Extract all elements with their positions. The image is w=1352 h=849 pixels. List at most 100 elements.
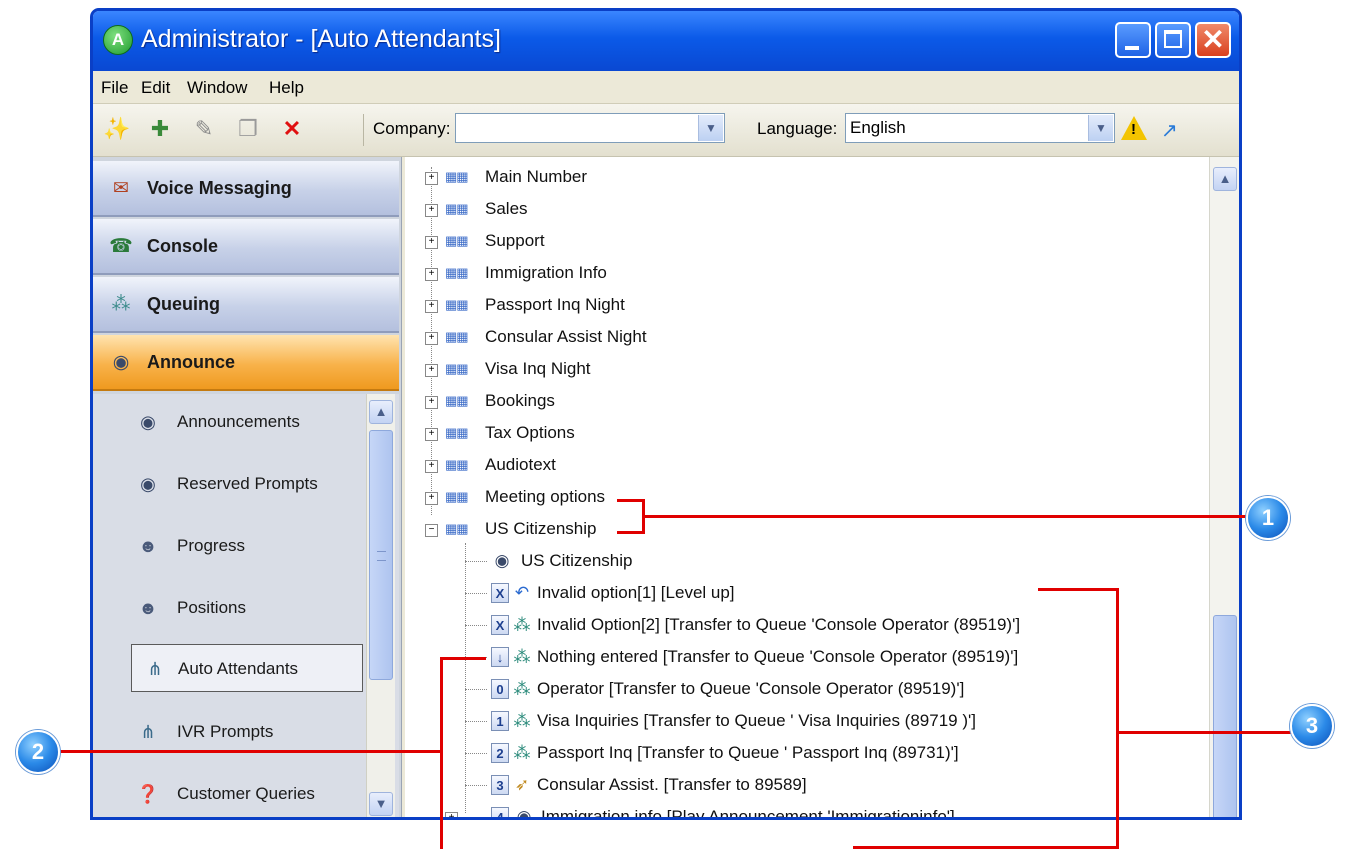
progress-icon: ☻ <box>138 536 158 556</box>
tree-child-label: Nothing entered [Transfer to Queue 'Cons… <box>537 647 1019 666</box>
callout-2: 2 <box>16 730 60 774</box>
nav-queuing[interactable]: ⁂ Queuing <box>93 277 399 333</box>
nav-label: Announce <box>147 352 235 372</box>
scroll-up-icon[interactable]: ▲ <box>1213 167 1237 191</box>
new-item-icon[interactable]: ✚ <box>147 116 173 142</box>
callout-1-line <box>644 515 1248 518</box>
tree-child-label: Immigration info [Play Announcement 'Imm… <box>541 807 955 820</box>
language-value: English <box>850 118 906 137</box>
subitem-label: Announcements <box>177 412 300 431</box>
menu-window[interactable]: Window <box>187 78 247 98</box>
expand-icon[interactable]: + <box>425 492 438 505</box>
expand-icon[interactable]: + <box>445 812 458 817</box>
tree-child-label: Operator [Transfer to Queue 'Console Ope… <box>537 679 965 698</box>
tree-node-label: Passport Inq Night <box>485 295 625 314</box>
sublist-scrollbar[interactable]: ▲ ▼ <box>366 394 395 817</box>
auto-attendant-node-icon: ▦▦ <box>445 521 469 536</box>
menu-help[interactable]: Help <box>269 78 304 98</box>
announce-sublist: ◉ Announcements ◉ Reserved Prompts ☻ Pro… <box>93 394 399 817</box>
subitem-announcements[interactable]: ◉ Announcements <box>125 398 365 446</box>
key-1-icon: 1 <box>491 711 509 731</box>
nav-announce[interactable]: ◉ Announce <box>93 335 399 391</box>
subitem-reserved-prompts[interactable]: ◉ Reserved Prompts <box>125 460 365 508</box>
copy-icon[interactable]: ❐ <box>235 116 261 142</box>
company-select[interactable]: ▼ <box>455 113 725 143</box>
tree-child-label: Visa Inquiries [Transfer to Queue ' Visa… <box>537 711 976 730</box>
auto-attendant-node-icon: ▦▦ <box>445 233 469 248</box>
tree-node-label: Support <box>485 231 545 250</box>
expand-icon[interactable]: + <box>425 172 438 185</box>
announcement-icon: ◉ <box>516 807 532 820</box>
expand-icon[interactable]: + <box>425 204 438 217</box>
transfer-icon: ➶ <box>514 775 530 794</box>
subitem-customer-queries[interactable]: ❓ Customer Queries <box>125 770 365 817</box>
customer-queries-icon: ❓ <box>136 784 160 804</box>
minimize-icon <box>1125 46 1139 50</box>
callout-1-bracket-bottom <box>617 531 644 534</box>
menu-edit[interactable]: Edit <box>141 78 170 98</box>
queue-icon: ⁂ <box>513 711 531 730</box>
announce-icon: ◉ <box>112 352 130 373</box>
tree-node-label: Main Number <box>485 167 588 186</box>
subitem-label: Customer Queries <box>177 784 315 803</box>
subitem-progress[interactable]: ☻ Progress <box>125 522 365 570</box>
tree-node-label: Tax Options <box>485 423 575 442</box>
expand-icon[interactable]: + <box>425 236 438 249</box>
ivr-prompt-icon: ⋔ <box>140 722 156 742</box>
company-label: Company: <box>373 119 451 138</box>
expand-icon[interactable]: + <box>425 268 438 281</box>
expand-icon[interactable]: + <box>425 332 438 345</box>
expand-icon[interactable]: + <box>425 428 438 441</box>
warning-mark: ! <box>1131 121 1136 138</box>
nav-label: Voice Messaging <box>147 178 292 198</box>
expand-icon[interactable]: + <box>425 396 438 409</box>
language-select[interactable]: English ▼ <box>845 113 1115 143</box>
nav-voice-messaging[interactable]: ✉ Voice Messaging <box>93 161 399 217</box>
tree-connector <box>465 689 487 690</box>
callout-2-bracket-top <box>440 657 486 660</box>
key-x-icon: X <box>491 583 509 603</box>
minimize-button[interactable] <box>1115 22 1151 58</box>
edit-icon[interactable]: ✎ <box>191 116 217 142</box>
expand-icon[interactable]: + <box>425 300 438 313</box>
delete-icon[interactable]: ✕ <box>279 116 305 142</box>
close-button[interactable]: ✕ <box>1195 22 1231 58</box>
wizard-icon[interactable]: ✨ <box>103 116 130 142</box>
scroll-thumb[interactable] <box>1213 615 1237 817</box>
key-3-icon: 3 <box>491 775 509 795</box>
callout-3-bracket-top <box>1038 588 1118 591</box>
queuing-icon: ⁂ <box>111 294 131 315</box>
refresh-icon[interactable]: ↗ <box>1161 118 1178 143</box>
key-4-icon: 4 <box>491 807 509 817</box>
chevron-down-icon[interactable]: ▼ <box>698 115 723 141</box>
collapse-icon[interactable]: − <box>425 524 438 537</box>
expand-icon[interactable]: + <box>425 460 438 473</box>
maximize-button[interactable] <box>1155 22 1191 58</box>
queue-icon: ⁂ <box>513 679 531 698</box>
scroll-up-icon[interactable]: ▲ <box>369 400 393 424</box>
expand-icon[interactable]: + <box>425 364 438 377</box>
tree-node-label: Audiotext <box>485 455 556 474</box>
tree-scrollbar[interactable]: ▲ <box>1209 157 1239 817</box>
chevron-down-icon[interactable]: ▼ <box>1088 115 1113 141</box>
auto-attendant-tree: + ▦▦ Main Number + ▦▦ Sales + ▦▦ Support… <box>405 157 1239 820</box>
tree-child-label: Invalid option[1] [Level up] <box>537 583 735 602</box>
scroll-down-icon[interactable]: ▼ <box>369 792 393 816</box>
tree-node-label: US Citizenship <box>485 519 597 538</box>
announcement-icon: ◉ <box>140 474 156 494</box>
navigation-pane: ✉ Voice Messaging ☎ Console ⁂ Queuing ◉ … <box>93 157 402 817</box>
auto-attendant-node-icon: ▦▦ <box>445 489 469 504</box>
callout-3: 3 <box>1290 704 1334 748</box>
title-bar[interactable]: A Administrator - [Auto Attendants] ✕ <box>93 11 1239 71</box>
close-icon: ✕ <box>1201 24 1225 55</box>
subitem-ivr-prompts[interactable]: ⋔ IVR Prompts <box>125 708 365 756</box>
app-window: A Administrator - [Auto Attendants] ✕ Fi… <box>90 8 1242 820</box>
nav-label: Console <box>147 236 219 256</box>
language-label: Language: <box>757 119 838 138</box>
scroll-thumb[interactable] <box>369 430 393 680</box>
auto-attendant-node-icon: ▦▦ <box>445 425 469 440</box>
menu-file[interactable]: File <box>101 78 128 98</box>
nav-console[interactable]: ☎ Console <box>93 219 399 275</box>
subitem-auto-attendants[interactable]: ⋔ Auto Attendants <box>131 644 363 692</box>
subitem-positions[interactable]: ☻ Positions <box>125 584 365 632</box>
